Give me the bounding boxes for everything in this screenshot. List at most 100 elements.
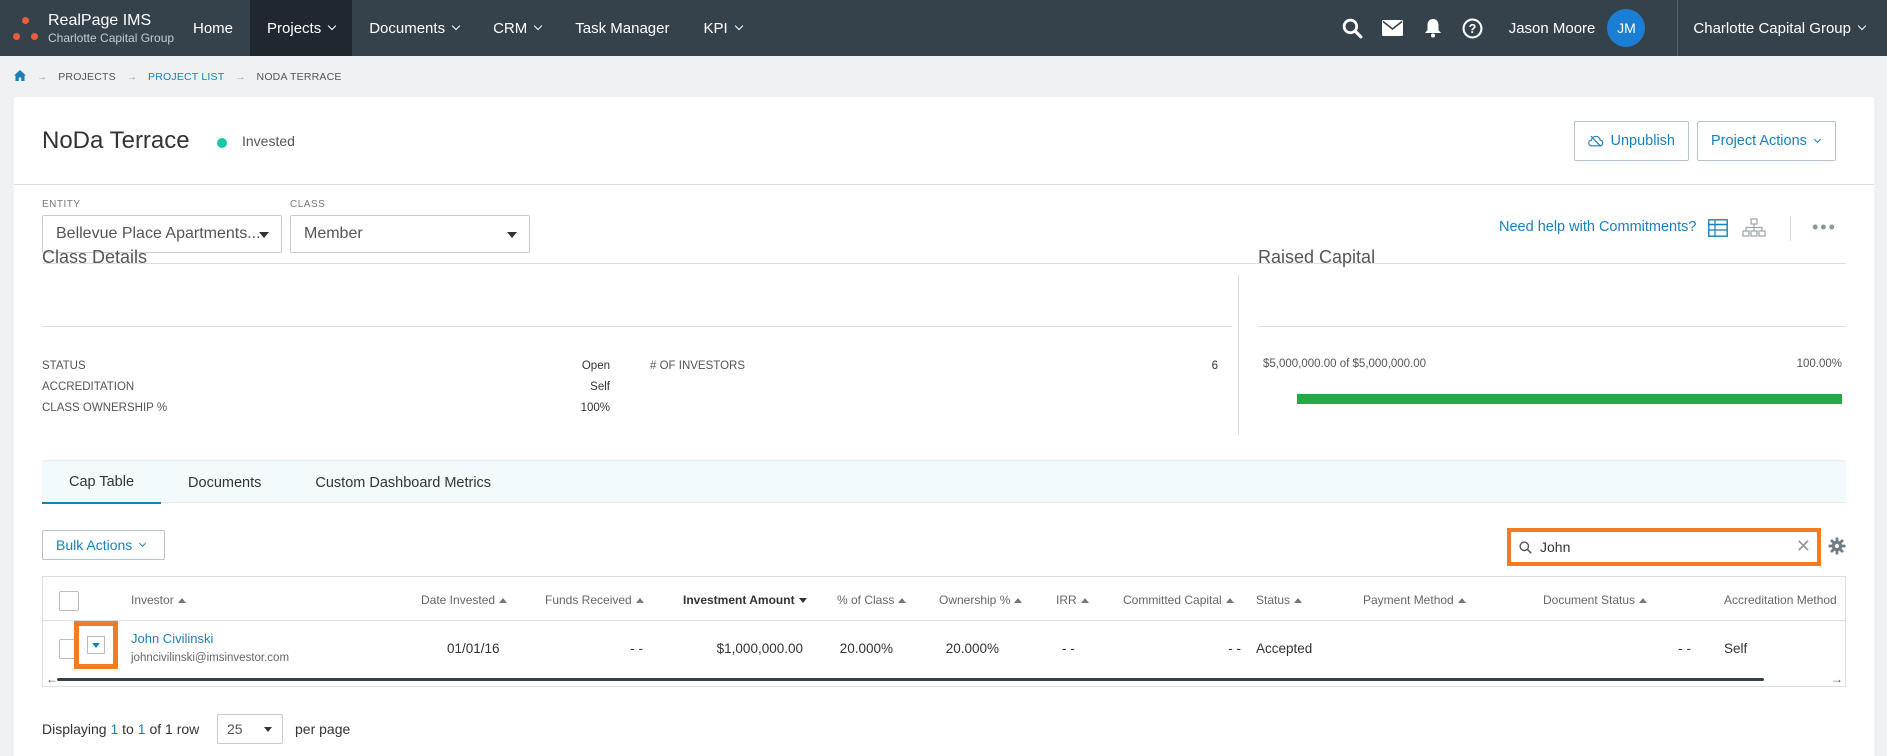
chevron-down-icon [451,21,461,31]
select-all-checkbox[interactable] [59,591,79,611]
user-name[interactable]: Jason Moore [1509,20,1596,37]
col-investment-amount[interactable]: Investment Amount [683,593,807,607]
org-name: Charlotte Capital Group [1693,19,1851,37]
nav-home[interactable]: Home [176,0,250,56]
pagination-to: 1 [137,721,146,737]
page-title: NoDa Terrace [42,127,190,154]
org-switcher[interactable]: Charlotte Capital Group [1677,0,1887,56]
raised-progress-bar [1297,394,1842,404]
nav-projects-label: Projects [267,19,322,37]
col-investor[interactable]: Investor [131,593,186,607]
col-ownership[interactable]: Ownership % [939,593,1023,607]
horizontal-scrollbar[interactable]: ← → [43,671,1845,686]
tab-documents[interactable]: Documents [161,461,288,504]
bell-icon[interactable] [1413,0,1453,56]
row-expand-caret-icon[interactable] [87,636,105,654]
col-document-status[interactable]: Document Status [1543,593,1648,607]
col-date-invested[interactable]: Date Invested [421,593,508,607]
chevron-down-icon [327,21,337,31]
detail-value-investors: 6 [1211,360,1218,372]
search-icon[interactable] [1333,0,1373,56]
commitments-help-link[interactable]: Need help with Commitments? [1499,219,1696,235]
cell-status: Accepted [1256,641,1313,656]
sort-asc-icon [499,598,508,603]
col-accreditation-method[interactable]: Accreditation Method [1724,593,1837,607]
pagination-prefix: Displaying [42,721,107,737]
col-irr[interactable]: IRR [1056,593,1089,607]
investor-name-link[interactable]: John Civilinski [131,631,213,646]
more-options-icon[interactable]: ••• [1812,217,1837,238]
sort-asc-icon [1457,598,1466,603]
breadcrumb-separator-icon: → [37,71,48,83]
per-page-select[interactable]: 25 [217,714,283,744]
breadcrumb-project-list[interactable]: PROJECT LIST [148,71,224,83]
class-details-title: Class Details [42,247,148,267]
project-status: Invested [242,133,295,149]
detail-value-ownership: 100% [580,402,610,414]
detail-label-accreditation: ACCREDITATION [42,381,135,393]
mail-icon[interactable] [1373,0,1413,56]
nav-task-manager-label: Task Manager [575,19,670,37]
cell-investment-amount: $1,000,000.00 [716,641,803,656]
gear-icon[interactable] [1828,537,1846,558]
search-icon [1519,540,1532,554]
per-page-value: 25 [227,721,243,737]
tab-cap-table[interactable]: Cap Table [42,461,162,504]
class-select[interactable]: Member [290,215,530,253]
page-header: NoDa Terrace Invested Unpublish Project … [14,97,1874,185]
pagination-to-word: to [122,721,134,737]
row-expand-highlight [74,621,118,669]
breadcrumb: → PROJECTS → PROJECT LIST → NODA TERRACE [14,70,342,84]
scrollbar-thumb[interactable] [57,678,1764,681]
sort-desc-icon [798,598,807,603]
sort-asc-icon [898,598,907,603]
unpublish-button[interactable]: Unpublish [1574,121,1689,161]
avatar[interactable]: JM [1607,9,1646,47]
sort-asc-icon [177,598,186,603]
tab-custom-dashboard-metrics[interactable]: Custom Dashboard Metrics [288,461,518,504]
cell-pct-class: 20.000% [839,641,893,656]
nav-crm[interactable]: CRM [476,0,558,56]
sort-asc-icon [1225,598,1234,603]
breadcrumb-projects[interactable]: PROJECTS [58,71,116,83]
investor-email: johncivilinski@imsinvestor.com [131,652,290,664]
class-label: CLASS [290,199,326,210]
sort-asc-icon [1080,598,1089,603]
svg-text:?: ? [1469,22,1477,36]
breadcrumb-separator-icon: → [235,71,246,83]
col-pct-class[interactable]: % of Class [837,593,907,607]
raised-capital-divider [1258,326,1846,327]
col-status[interactable]: Status [1256,593,1303,607]
section-divider [1238,275,1239,435]
investor-search-box: ✕ [1507,528,1821,566]
col-payment-method[interactable]: Payment Method [1363,593,1466,607]
investor-search-input[interactable] [1540,539,1780,555]
detail-label-status: STATUS [42,360,86,372]
nav-kpi[interactable]: KPI [686,0,758,56]
filter-divider [42,263,1846,264]
bulk-actions-button[interactable]: Bulk Actions [42,530,165,560]
sort-asc-icon [1014,598,1023,603]
pagination-total: 1 [165,721,173,737]
detail-value-accreditation: Self [590,381,610,393]
nav-task-manager[interactable]: Task Manager [558,0,686,56]
home-icon[interactable] [14,70,26,84]
raised-capital-title: Raised Capital [1258,247,1376,267]
sort-asc-icon [1294,598,1303,603]
clear-search-icon[interactable]: ✕ [1796,537,1811,555]
dropdown-arrow-icon [259,232,269,238]
project-actions-button[interactable]: Project Actions [1697,121,1836,161]
breadcrumb-separator-icon: → [126,71,138,83]
chevron-down-icon [1857,21,1867,31]
col-funds-received[interactable]: Funds Received [545,593,644,607]
scroll-right-icon[interactable]: → [1831,672,1843,686]
col-committed-capital[interactable]: Committed Capital [1123,593,1234,607]
nav-kpi-label: KPI [703,19,728,37]
table-view-icon[interactable] [1708,219,1728,240]
nav-projects[interactable]: Projects [250,0,353,56]
hierarchy-view-icon[interactable] [1742,218,1766,241]
help-icon[interactable]: ? [1453,0,1493,56]
top-nav: RealPage IMS Charlotte Capital Group Hom… [0,0,1887,56]
nav-documents[interactable]: Documents [352,0,476,56]
brand[interactable]: RealPage IMS Charlotte Capital Group [0,0,176,56]
